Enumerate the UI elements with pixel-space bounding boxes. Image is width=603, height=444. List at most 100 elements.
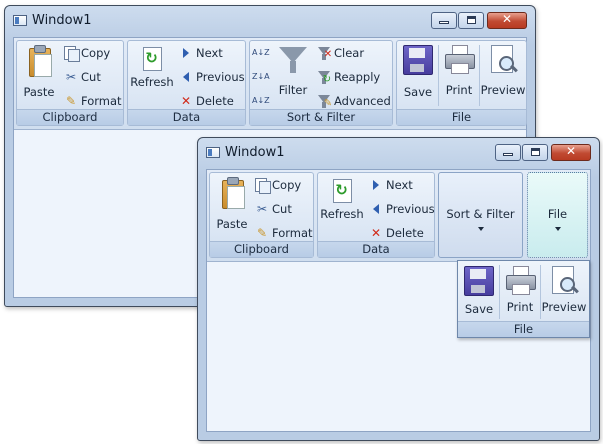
reapply-label: Reapply — [334, 70, 381, 84]
file-collapsed-button[interactable]: File — [527, 172, 588, 258]
refresh-button[interactable]: ↻ Refresh — [129, 47, 175, 89]
copy-icon — [254, 177, 271, 194]
close-icon: ✕ — [565, 144, 577, 158]
cut-button[interactable]: ✂ Cut — [63, 66, 101, 88]
format-label: Format — [81, 94, 122, 108]
data-group-label: Data — [318, 241, 434, 257]
printer-icon — [505, 266, 536, 295]
copy-label: Copy — [81, 46, 111, 60]
delete-label: Delete — [196, 94, 234, 108]
scissors-icon: ✂ — [256, 202, 268, 216]
sort-descending-button[interactable]: Z↓A — [252, 66, 270, 88]
reapply-filter-icon: ↻ — [316, 69, 332, 85]
minimize-icon — [439, 21, 449, 24]
file-popup-label: File — [458, 321, 589, 337]
maximize-icon — [467, 16, 476, 24]
save-button[interactable]: Save — [460, 266, 498, 316]
clipboard-icon — [26, 45, 52, 77]
ribbon: Paste Copy ✂ Cut ✎ Format Clipboard ↻ Re… — [207, 170, 590, 262]
clear-button[interactable]: ✕ Clear — [316, 42, 364, 64]
next-button[interactable]: Next — [178, 42, 223, 64]
clipboard-group-label: Clipboard — [210, 241, 313, 257]
funnel-icon — [279, 45, 307, 75]
window-title: Window1 — [32, 13, 92, 28]
dropdown-arrow-icon — [554, 227, 561, 231]
title-bar[interactable]: Window1 ✕ — [5, 6, 535, 36]
paste-button[interactable]: Paste — [212, 177, 252, 231]
close-icon: ✕ — [501, 12, 513, 26]
arrow-left-icon — [368, 201, 384, 217]
print-button[interactable]: Print — [440, 45, 478, 97]
window-app-icon — [13, 15, 27, 26]
format-label: Format — [272, 226, 313, 240]
preview-button[interactable]: Preview — [541, 266, 587, 314]
cut-button[interactable]: ✂ Cut — [254, 198, 292, 220]
previous-label: Previous — [386, 202, 435, 216]
advanced-label: Advanced — [334, 94, 391, 108]
delete-icon: ✕ — [370, 226, 382, 240]
reapply-button[interactable]: ↻ Reapply — [316, 66, 380, 88]
minimize-button[interactable] — [495, 144, 521, 161]
refresh-icon: ↻ — [332, 179, 352, 203]
format-painter-icon: ✎ — [65, 94, 77, 108]
refresh-label: Refresh — [320, 207, 364, 221]
copy-label: Copy — [272, 178, 302, 192]
save-label: Save — [464, 302, 494, 316]
floppy-disk-icon — [403, 45, 433, 75]
clear-filter-icon: ✕ — [316, 45, 332, 61]
refresh-button[interactable]: ↻ Refresh — [319, 179, 365, 221]
preview-label: Preview — [480, 83, 526, 97]
title-bar[interactable]: Window1 ✕ — [198, 138, 599, 168]
data-group: ↻ Refresh Next Previous ✕ Delete Data — [317, 172, 435, 258]
previous-button[interactable]: Previous — [368, 198, 435, 220]
previous-button[interactable]: Previous — [178, 66, 245, 88]
file-collapsed-label: File — [547, 207, 568, 221]
close-button[interactable]: ✕ — [487, 12, 527, 29]
close-button[interactable]: ✕ — [551, 144, 591, 161]
delete-icon: ✕ — [180, 94, 192, 108]
window-title: Window1 — [225, 145, 285, 160]
next-label: Next — [386, 178, 413, 192]
copy-button[interactable]: Copy — [63, 42, 110, 64]
file-group-label: File — [397, 109, 526, 125]
arrow-left-icon — [178, 69, 194, 85]
sort-ascending-icon: A↓Z — [252, 48, 270, 57]
clipboard-icon — [219, 177, 245, 209]
maximize-button[interactable] — [522, 144, 548, 161]
copy-button[interactable]: Copy — [254, 174, 301, 196]
print-button[interactable]: Print — [501, 266, 539, 314]
cut-label: Cut — [81, 70, 101, 84]
minimize-icon — [503, 153, 513, 156]
refresh-label: Refresh — [130, 75, 174, 89]
arrow-right-icon — [178, 45, 194, 61]
data-group-label: Data — [128, 109, 245, 125]
advanced-filter-icon: ✎ — [316, 93, 332, 109]
custom-sort-icon: A↓Z — [252, 96, 270, 105]
save-button[interactable]: Save — [399, 45, 437, 99]
ribbon: Paste Copy ✂ Cut ✎ Format Clipboard ↻ Re… — [14, 38, 527, 130]
minimize-button[interactable] — [431, 12, 457, 29]
filter-button[interactable]: Filter — [274, 45, 312, 97]
magnifier-icon — [550, 266, 579, 296]
preview-label: Preview — [541, 300, 587, 314]
paste-button[interactable]: Paste — [19, 45, 59, 99]
file-group-popup: Save Print Preview File — [457, 260, 590, 338]
cut-label: Cut — [272, 202, 292, 216]
sort-ascending-button[interactable]: A↓Z — [252, 42, 270, 64]
sort-filter-collapsed-button[interactable]: Sort & Filter — [438, 172, 523, 258]
clipboard-group: Paste Copy ✂ Cut ✎ Format Clipboard — [209, 172, 314, 258]
maximize-button[interactable] — [458, 12, 484, 29]
sort-filter-group-label: Sort & Filter — [250, 109, 392, 125]
arrow-right-icon — [368, 177, 384, 193]
data-group: ↻ Refresh Next Previous ✕ Delete Data — [127, 40, 246, 126]
file-group: Save Print Preview File — [396, 40, 527, 126]
printer-icon — [444, 45, 475, 74]
preview-button[interactable]: Preview — [480, 45, 526, 97]
maximize-icon — [531, 148, 540, 156]
copy-icon — [63, 45, 80, 62]
next-button[interactable]: Next — [368, 174, 413, 196]
divider — [438, 45, 439, 106]
next-label: Next — [196, 46, 223, 60]
clipboard-group: Paste Copy ✂ Cut ✎ Format Clipboard — [16, 40, 124, 126]
save-label: Save — [403, 85, 433, 99]
